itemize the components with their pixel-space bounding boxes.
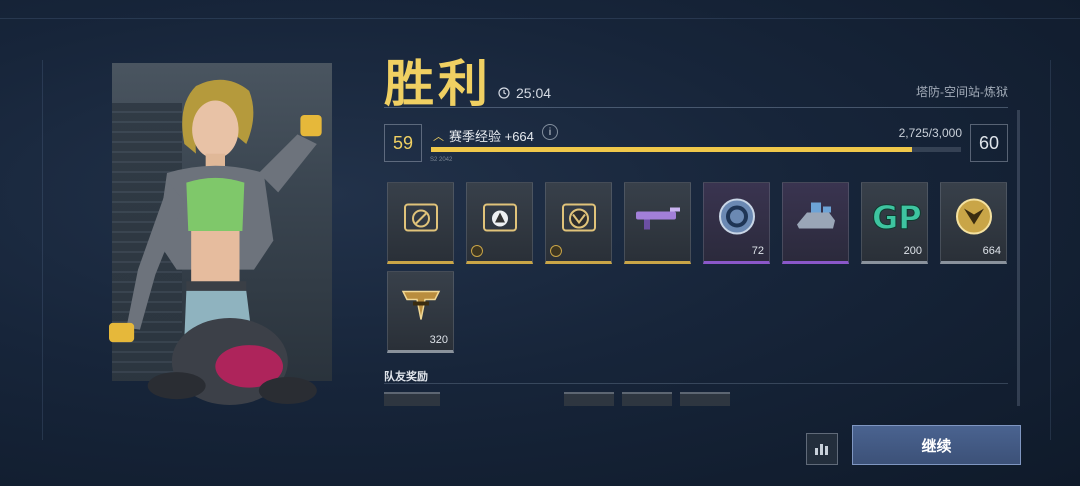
stats-button[interactable] [806,433,838,465]
teammate-reward-item[interactable] [564,392,614,406]
hud-line-left [42,60,43,440]
blue-token-icon [717,197,757,242]
reward-count: 72 [751,245,764,257]
xp-count: 2,725/3,000 [898,126,962,140]
map-name: 塔防-空间站-炼狱 [916,85,1008,99]
chevron-up-icon: ︿ [433,130,444,143]
reward-card[interactable] [387,182,454,264]
reward-card[interactable] [624,182,691,264]
reward-card[interactable]: 320 [387,271,454,353]
warning-folder-icon [480,197,520,242]
reward-card[interactable] [466,182,533,264]
teammate-rewards-label: 队友奖励 [384,371,428,383]
svg-text:GP: GP [872,199,921,237]
xp-progress-fill [431,147,913,152]
reward-card[interactable] [545,182,612,264]
header-divider [384,107,1008,108]
reward-card[interactable]: 664 [940,182,1007,264]
info-icon[interactable]: i [542,124,558,140]
reward-count: 200 [903,245,922,257]
reward-card[interactable] [782,182,849,264]
reward-count: 320 [429,334,448,346]
current-level-badge: 59 [384,124,422,162]
match-time-text: 25:04 [516,85,552,101]
teammate-reward-item[interactable] [680,392,730,406]
teammate-reward-item[interactable] [384,392,440,406]
teammate-rewards-strip [384,392,1008,406]
match-timer: 25:04 [498,85,551,101]
continue-button[interactable]: 继续 [852,425,1021,465]
gold-folder-icon [401,197,441,242]
teammate-reward-item[interactable] [622,392,672,406]
emblem-folder-icon [559,197,599,242]
bar-chart-icon [815,444,828,455]
victory-title: 胜利 [384,55,492,113]
character-figure [109,79,322,405]
reward-card[interactable]: GP 200 [861,182,928,264]
rewards-scrollbar[interactable] [1017,110,1020,406]
weapon-skin-icon [634,202,682,237]
clock-icon [498,87,510,99]
season-xp-text: 赛季经验 +664 [449,129,534,144]
next-level-badge: 60 [970,124,1008,162]
hud-line-top [0,18,1080,19]
reward-card[interactable]: 72 [703,182,770,264]
season-tag: S2 2042 [430,157,453,163]
hud-line-right [1050,60,1051,440]
rank-badge-icon [399,286,443,331]
vehicle-icon [793,199,839,240]
teammate-divider [384,383,1008,384]
gear-badge-icon [550,245,562,257]
season-xp-label: ︿ 赛季经验 +664 [433,126,534,145]
gp-currency-icon: GP [869,197,922,242]
gear-badge-icon [471,245,483,257]
xp-progress-bar [431,147,961,152]
season-coin-icon [954,197,994,242]
reward-count: 664 [982,245,1001,257]
